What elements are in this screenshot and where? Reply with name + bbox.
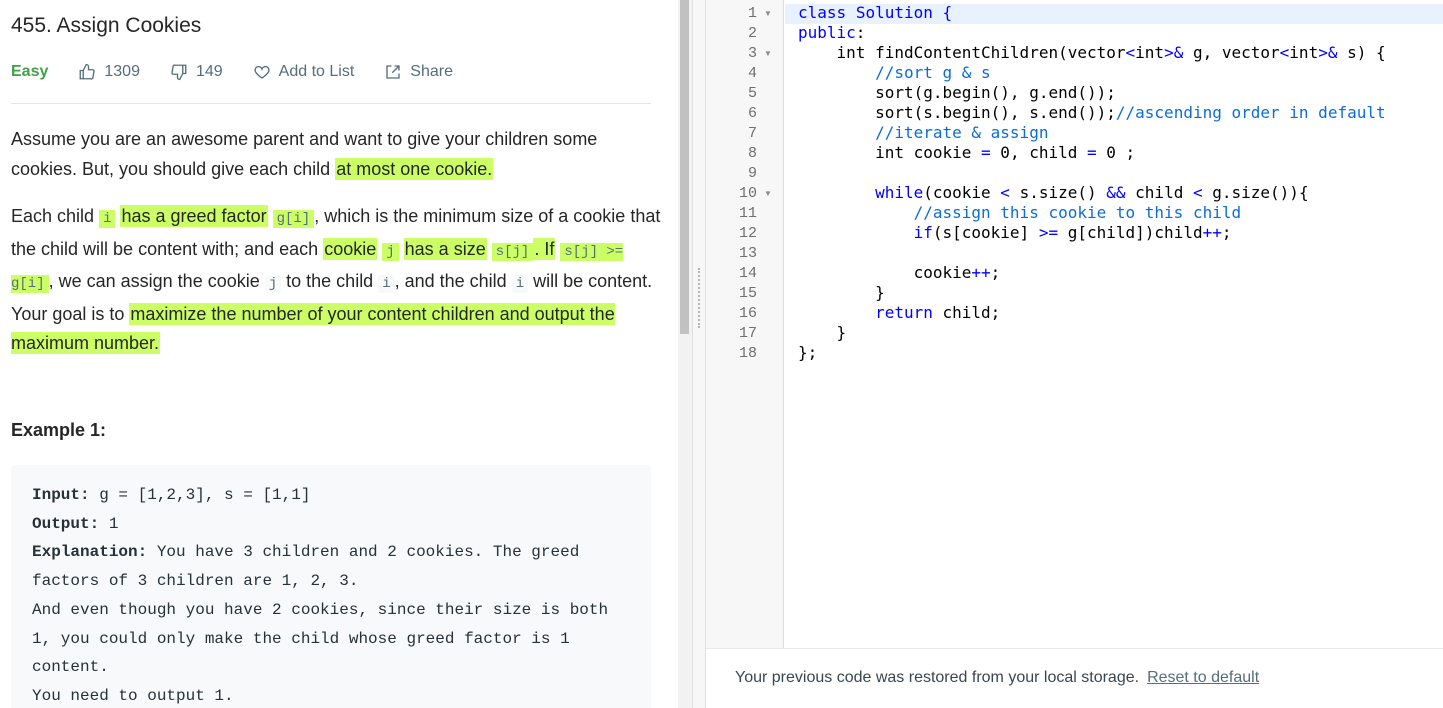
line-number: 11 [738, 205, 757, 222]
share-label: Share [410, 63, 453, 80]
line-number: 3 [747, 45, 757, 62]
line-number: 6 [747, 105, 757, 122]
inline-code: s[j] [491, 242, 534, 261]
problem-title: 455. Assign Cookies [11, 14, 202, 37]
fold-arrow-icon[interactable]: ▼ [764, 9, 772, 18]
inline-code: i [378, 275, 395, 293]
highlight-text: . If [533, 237, 556, 260]
line-number: 5 [747, 85, 757, 102]
like-count: 1309 [104, 63, 140, 80]
share-icon [386, 65, 400, 79]
highlight-text: cookie [323, 237, 378, 260]
line-number: 7 [747, 125, 757, 142]
thumbs-down-icon [171, 64, 187, 81]
inline-code: g[i] [272, 210, 315, 228]
like-button[interactable]: 1309 [78, 63, 140, 81]
restore-message: Your previous code was restored from you… [735, 669, 1260, 686]
dislike-count: 149 [195, 63, 223, 80]
add-to-list-button[interactable]: Add to List [253, 63, 355, 81]
line-number: 17 [738, 325, 757, 342]
heart-icon [254, 65, 270, 79]
problem-meta-bar: Easy 1309 149 Add to List Share [11, 60, 483, 84]
code-editor-panel: 1 2 3 4 5 6 7 8 9 10 11 12 13 14 15 16 1… [706, 0, 1443, 708]
line-number: 12 [738, 225, 757, 242]
reset-to-default-link[interactable]: Reset to default [1147, 669, 1259, 686]
inline-code: i [511, 275, 529, 293]
add-to-list-label: Add to List [278, 63, 355, 80]
line-number: 13 [738, 245, 757, 262]
highlight-text: has a size [403, 237, 487, 260]
line-number: 14 [738, 265, 757, 282]
inline-code: j [382, 242, 399, 261]
inline-code: j [264, 275, 282, 293]
line-number: 4 [747, 65, 757, 82]
dislike-button[interactable]: 149 [170, 63, 223, 81]
example-block: Input: g = [1,2,3], s = [1,1] Output: 1 … [11, 465, 651, 708]
line-number: 10 [738, 185, 757, 202]
line-number: 8 [747, 145, 757, 162]
line-number: 1 [747, 5, 757, 22]
description-paragraph-2: Each child i has a greed factor g[i], wh… [11, 205, 661, 354]
problem-scrollbar[interactable] [678, 0, 692, 708]
line-number: 16 [738, 305, 757, 322]
line-number: 2 [747, 25, 757, 42]
thumbs-up-icon [79, 63, 96, 80]
highlight-text: at most one cookie. [335, 157, 494, 180]
problem-panel: 455. Assign Cookies Easy 1309 149 Add to… [0, 0, 678, 708]
line-number: 18 [738, 345, 757, 362]
example-content: Input: g = [1,2,3], s = [1,1] Output: 1 … [32, 486, 609, 705]
divider-line [11, 103, 651, 104]
inline-code: i [99, 210, 116, 228]
fold-arrow-icon[interactable]: ▼ [764, 49, 772, 58]
line-number-gutter: 1 2 3 4 5 6 7 8 9 10 11 12 13 14 15 16 1… [706, 0, 784, 648]
grip-icon [698, 268, 702, 328]
difficulty-badge: Easy [11, 63, 49, 80]
panel-resize-handle[interactable] [692, 0, 706, 708]
example-title: Example 1: [11, 420, 107, 440]
line-number: 15 [738, 285, 757, 302]
share-button[interactable]: Share [384, 63, 453, 81]
editor-footer: Your previous code was restored from you… [706, 648, 1443, 708]
highlight-text: has a greed factor [120, 205, 268, 227]
line-number: 9 [747, 165, 757, 182]
scrollbar-thumb[interactable] [680, 0, 689, 334]
code-content[interactable]: class Solution { public: int findContent… [798, 3, 1386, 363]
description-paragraph-1: Assume you are an awesome parent and wan… [11, 129, 598, 180]
fold-arrow-icon[interactable]: ▼ [764, 189, 772, 198]
